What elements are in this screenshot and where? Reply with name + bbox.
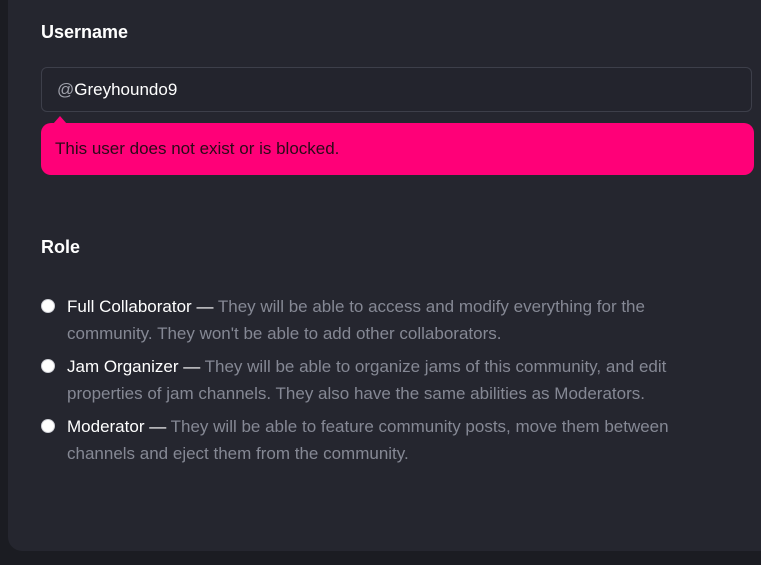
role-option-full-collaborator[interactable]: Full Collaborator — They will be able to… xyxy=(41,293,731,347)
role-name: Moderator — xyxy=(67,417,171,436)
username-label: Username xyxy=(41,22,129,42)
role-name: Jam Organizer — xyxy=(67,357,205,376)
radio-button[interactable] xyxy=(41,359,55,373)
username-error-message: This user does not exist or is blocked. xyxy=(41,116,754,175)
radio-button[interactable] xyxy=(41,299,55,313)
username-input[interactable] xyxy=(74,79,715,100)
username-field[interactable]: @ xyxy=(41,67,752,112)
role-name: Full Collaborator — xyxy=(67,297,218,316)
role-options: Full Collaborator — They will be able to… xyxy=(41,293,731,473)
radio-button[interactable] xyxy=(41,419,55,433)
role-option-moderator[interactable]: Moderator — They will be able to feature… xyxy=(41,413,731,467)
role-label: Role xyxy=(41,237,81,257)
username-prefix: @ xyxy=(57,79,75,99)
role-option-jam-organizer[interactable]: Jam Organizer — They will be able to org… xyxy=(41,353,731,407)
error-text: This user does not exist or is blocked. xyxy=(55,139,340,158)
invite-collaborator-panel: Username @ This user does not exist or i… xyxy=(8,0,761,551)
